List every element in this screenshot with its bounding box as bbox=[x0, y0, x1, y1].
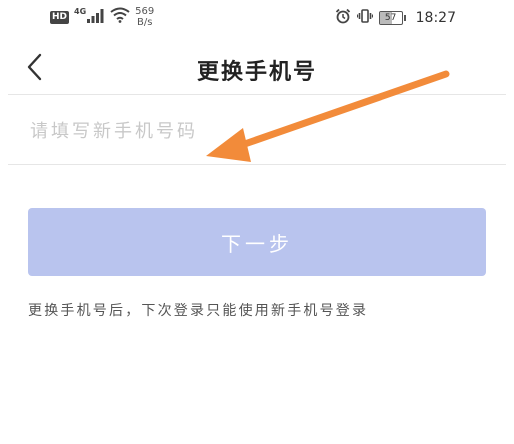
page-title: 更换手机号 bbox=[196, 60, 317, 85]
network-speed: 569 B/s bbox=[135, 6, 154, 28]
phone-number-input[interactable] bbox=[28, 110, 482, 152]
status-bar-right: 57 18:27 bbox=[335, 8, 456, 28]
wifi-icon bbox=[110, 7, 130, 27]
speed-unit: B/s bbox=[136, 17, 153, 28]
input-divider bbox=[8, 164, 506, 165]
header-divider bbox=[8, 94, 506, 95]
battery-body: 57 bbox=[378, 11, 403, 25]
hd-badge: HD bbox=[50, 10, 70, 24]
status-bar: HD 4G 569 B/s 57 18:27 bbox=[0, 0, 514, 36]
title-bar: 更换手机号 bbox=[0, 42, 514, 92]
next-step-button[interactable]: 下一步 bbox=[28, 208, 486, 276]
signal-icon bbox=[87, 8, 105, 27]
hint-text: 更换手机号后，下次登录只能使用新手机号登录 bbox=[28, 303, 369, 319]
vibrate-icon bbox=[356, 8, 373, 28]
status-bar-left: HD 4G 569 B/s bbox=[50, 6, 154, 28]
speed-value: 569 bbox=[135, 6, 155, 17]
battery-cap bbox=[403, 15, 406, 21]
network-type: 4G bbox=[74, 6, 87, 16]
screen: HD 4G 569 B/s 57 18:27 更换手机号 请填写新手机号码 下一… bbox=[0, 0, 514, 444]
clock: 18:27 bbox=[415, 10, 456, 26]
battery-level: 57 bbox=[384, 13, 397, 23]
battery-icon: 57 bbox=[378, 11, 406, 25]
alarm-icon bbox=[335, 8, 351, 28]
